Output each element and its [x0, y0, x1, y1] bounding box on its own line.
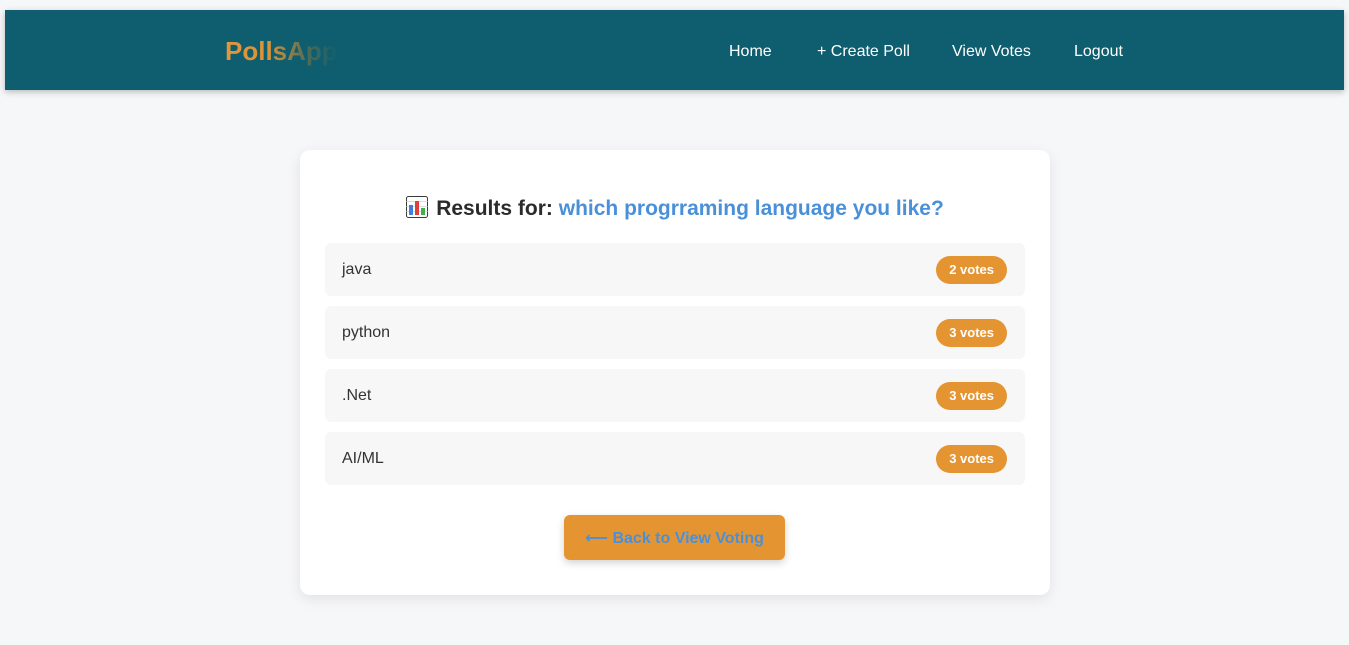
vote-count-badge: 3 votes: [936, 319, 1007, 347]
nav-view-votes-link[interactable]: View Votes: [952, 40, 1031, 64]
option-row: java 2 votes: [325, 243, 1025, 296]
nav-home-link[interactable]: Home: [729, 40, 772, 64]
nav-logout-link[interactable]: Logout: [1074, 40, 1123, 64]
option-label: AI/ML: [342, 450, 384, 467]
vote-count-badge: 3 votes: [936, 382, 1007, 410]
results-heading-prefix: Results for:: [436, 197, 553, 220]
option-label: .Net: [342, 387, 372, 404]
poll-question: which progrraming language you like?: [558, 197, 944, 220]
results-heading: Results for: which progrraming language …: [300, 194, 1050, 224]
option-label: python: [342, 324, 391, 341]
nav-links: Home + Create Poll View Votes Logout: [5, 40, 1344, 64]
top-navbar: PollsApp Home + Create Poll View Votes L…: [5, 10, 1344, 90]
option-row: .Net 3 votes: [325, 369, 1025, 422]
back-to-view-voting-button[interactable]: ⟵ Back to View Voting: [564, 515, 785, 560]
option-label: java: [342, 261, 372, 278]
vote-count-badge: 2 votes: [936, 256, 1007, 284]
option-row: python 3 votes: [325, 306, 1025, 359]
results-card: Results for: which progrraming language …: [300, 150, 1050, 595]
vote-count-badge: 3 votes: [936, 445, 1007, 473]
option-row: AI/ML 3 votes: [325, 432, 1025, 485]
nav-create-poll-link[interactable]: + Create Poll: [817, 40, 910, 64]
options-list: java 2 votes python 3 votes .Net 3 votes…: [325, 243, 1025, 495]
bar-chart-icon: [406, 196, 429, 218]
